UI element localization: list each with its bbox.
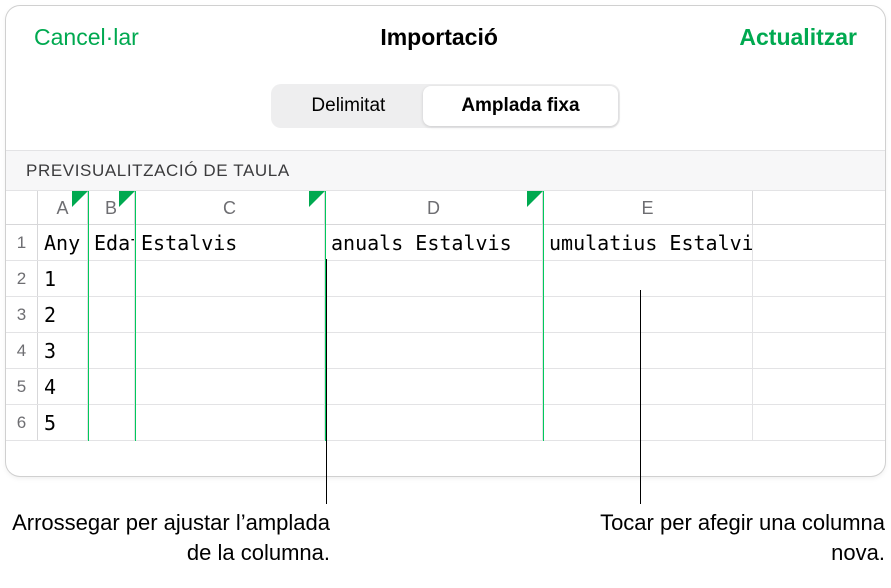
cell — [543, 333, 753, 368]
table-row: 2 1 — [6, 261, 885, 297]
cell: 5 — [38, 405, 88, 440]
table-row: 1 Any Edat Estalvis anuals Estalvis umul… — [6, 225, 885, 261]
table-row: 6 5 — [6, 405, 885, 441]
cell — [543, 405, 753, 440]
cell: 1 — [38, 261, 88, 296]
cell — [325, 369, 543, 404]
sheet-header: Cancel·lar Importació Actualitzar — [6, 6, 885, 70]
column-headers-row: A B C D E — [6, 191, 885, 225]
cell — [135, 405, 325, 440]
cell — [135, 297, 325, 332]
cell — [88, 369, 135, 404]
callout-text-right: Tocar per afegir una columna nova. — [545, 508, 885, 567]
cell: Estalvis — [135, 225, 325, 260]
cell — [325, 297, 543, 332]
column-header-e[interactable]: E — [543, 191, 753, 224]
segmented-control-wrap: Delimitat Amplada fixa — [6, 70, 885, 150]
cell: umulatius Estalvi — [543, 225, 753, 260]
column-resize-handle-icon[interactable] — [119, 191, 135, 207]
cell — [88, 333, 135, 368]
cell — [543, 261, 753, 296]
cell — [543, 297, 753, 332]
column-letter: E — [641, 198, 653, 218]
segment-delimited[interactable]: Delimitat — [273, 86, 423, 126]
row-number: 4 — [6, 333, 38, 368]
cell — [135, 261, 325, 296]
column-letter: C — [223, 198, 236, 218]
cell — [325, 405, 543, 440]
column-letter: A — [56, 198, 68, 218]
segment-fixed-width[interactable]: Amplada fixa — [423, 86, 617, 126]
cell — [325, 261, 543, 296]
cell: anuals Estalvis — [325, 225, 543, 260]
table-preview: A B C D E 1 An — [6, 191, 885, 441]
cell — [88, 405, 135, 440]
column-letter: B — [105, 198, 117, 218]
row-number: 5 — [6, 369, 38, 404]
row-number: 2 — [6, 261, 38, 296]
row-number-header — [6, 191, 38, 224]
cell: 3 — [38, 333, 88, 368]
column-letter: D — [427, 198, 440, 218]
column-header-a[interactable]: A — [38, 191, 88, 224]
cell — [135, 333, 325, 368]
import-settings-sheet: Cancel·lar Importació Actualitzar Delimi… — [6, 6, 885, 476]
cell — [543, 369, 753, 404]
cancel-button[interactable]: Cancel·lar — [34, 24, 139, 51]
update-button[interactable]: Actualitzar — [739, 24, 857, 51]
column-resize-handle-icon[interactable] — [72, 191, 88, 207]
cell: 4 — [38, 369, 88, 404]
table-rows: 1 Any Edat Estalvis anuals Estalvis umul… — [6, 225, 885, 441]
row-number: 1 — [6, 225, 38, 260]
cell: Any — [38, 225, 88, 260]
callout-text-left: Arrossegar per ajustar l’amplada de la c… — [0, 508, 330, 567]
cell — [135, 369, 325, 404]
table-row: 3 2 — [6, 297, 885, 333]
row-number: 6 — [6, 405, 38, 440]
preview-section-label: PREVISUALITZACIÓ DE TAULA — [6, 150, 885, 191]
cell: 2 — [38, 297, 88, 332]
table-row: 4 3 — [6, 333, 885, 369]
import-mode-segmented: Delimitat Amplada fixa — [271, 84, 619, 128]
cell — [88, 297, 135, 332]
sheet-title: Importació — [380, 24, 498, 51]
cell: Edat — [88, 225, 135, 260]
column-header-b[interactable]: B — [88, 191, 135, 224]
column-header-d[interactable]: D — [325, 191, 543, 224]
cell — [88, 261, 135, 296]
row-number: 3 — [6, 297, 38, 332]
table-row: 5 4 — [6, 369, 885, 405]
column-header-c[interactable]: C — [135, 191, 325, 224]
column-resize-handle-icon[interactable] — [309, 191, 325, 207]
callout-leader-line — [326, 259, 327, 504]
callout-leader-line — [640, 290, 641, 504]
cell — [325, 333, 543, 368]
column-resize-handle-icon[interactable] — [527, 191, 543, 207]
